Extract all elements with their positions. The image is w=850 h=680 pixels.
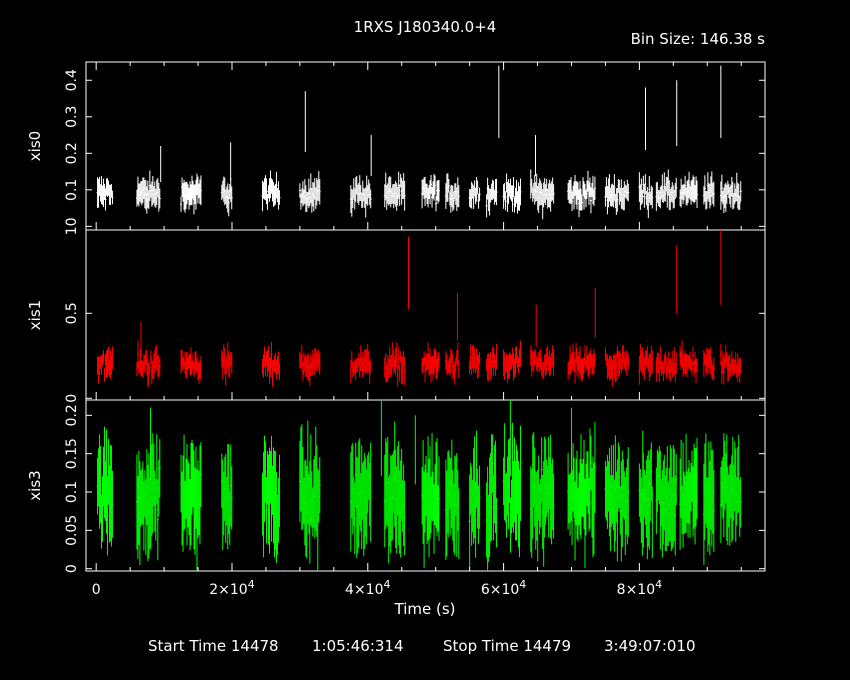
y-tick-label-xis0: 0.1 — [64, 179, 80, 201]
stop-time-value: 3:49:07:010 — [604, 637, 696, 655]
y-tick-label-xis0: 0.4 — [64, 69, 80, 91]
x-tick-exponent: 4 — [655, 578, 662, 591]
stop-time-label: Stop Time 14479 — [443, 637, 571, 655]
y-tick-label-xis3: 0.2 — [64, 404, 80, 426]
y-tick-label-xis3: 0.1 — [64, 481, 80, 503]
x-tick-exponent: 4 — [248, 578, 255, 591]
y-tick-label-xis0: 0.3 — [64, 106, 80, 128]
y-tick-label-xis3: 0.15 — [64, 438, 80, 469]
bin-size-label: Bin Size: 146.38 s — [631, 30, 766, 48]
chart-title: 1RXS J180340.0+4 — [354, 18, 497, 36]
y-tick-label-xis3: 0 — [64, 564, 80, 573]
y-axis-label-xis3: xis3 — [26, 470, 44, 500]
x-tick-label: 0 — [92, 582, 101, 598]
x-tick-exponent: 4 — [519, 578, 526, 591]
y-tick-label-xis1: 0.5 — [64, 302, 80, 324]
light-curve-figure: 1RXS J180340.0+4 Bin Size: 146.38 s 10 0.… — [0, 0, 850, 680]
y-tick-label-xis1: 0 — [64, 394, 80, 403]
y-tick-label-xis0: 10 — [64, 217, 80, 235]
x-axis-label: Time (s) — [394, 600, 456, 618]
x-tick-exponent: 4 — [384, 578, 391, 591]
y-axis-label-xis1: xis1 — [26, 300, 44, 330]
start-time-value: 1:05:46:314 — [312, 637, 404, 655]
y-tick-label-xis3: 0.05 — [64, 515, 80, 546]
y-tick-label-xis0: 0.2 — [64, 142, 80, 164]
figure-background — [0, 0, 850, 680]
y-axis-label-xis0: xis0 — [26, 131, 44, 161]
start-time-label: Start Time 14478 — [148, 637, 279, 655]
